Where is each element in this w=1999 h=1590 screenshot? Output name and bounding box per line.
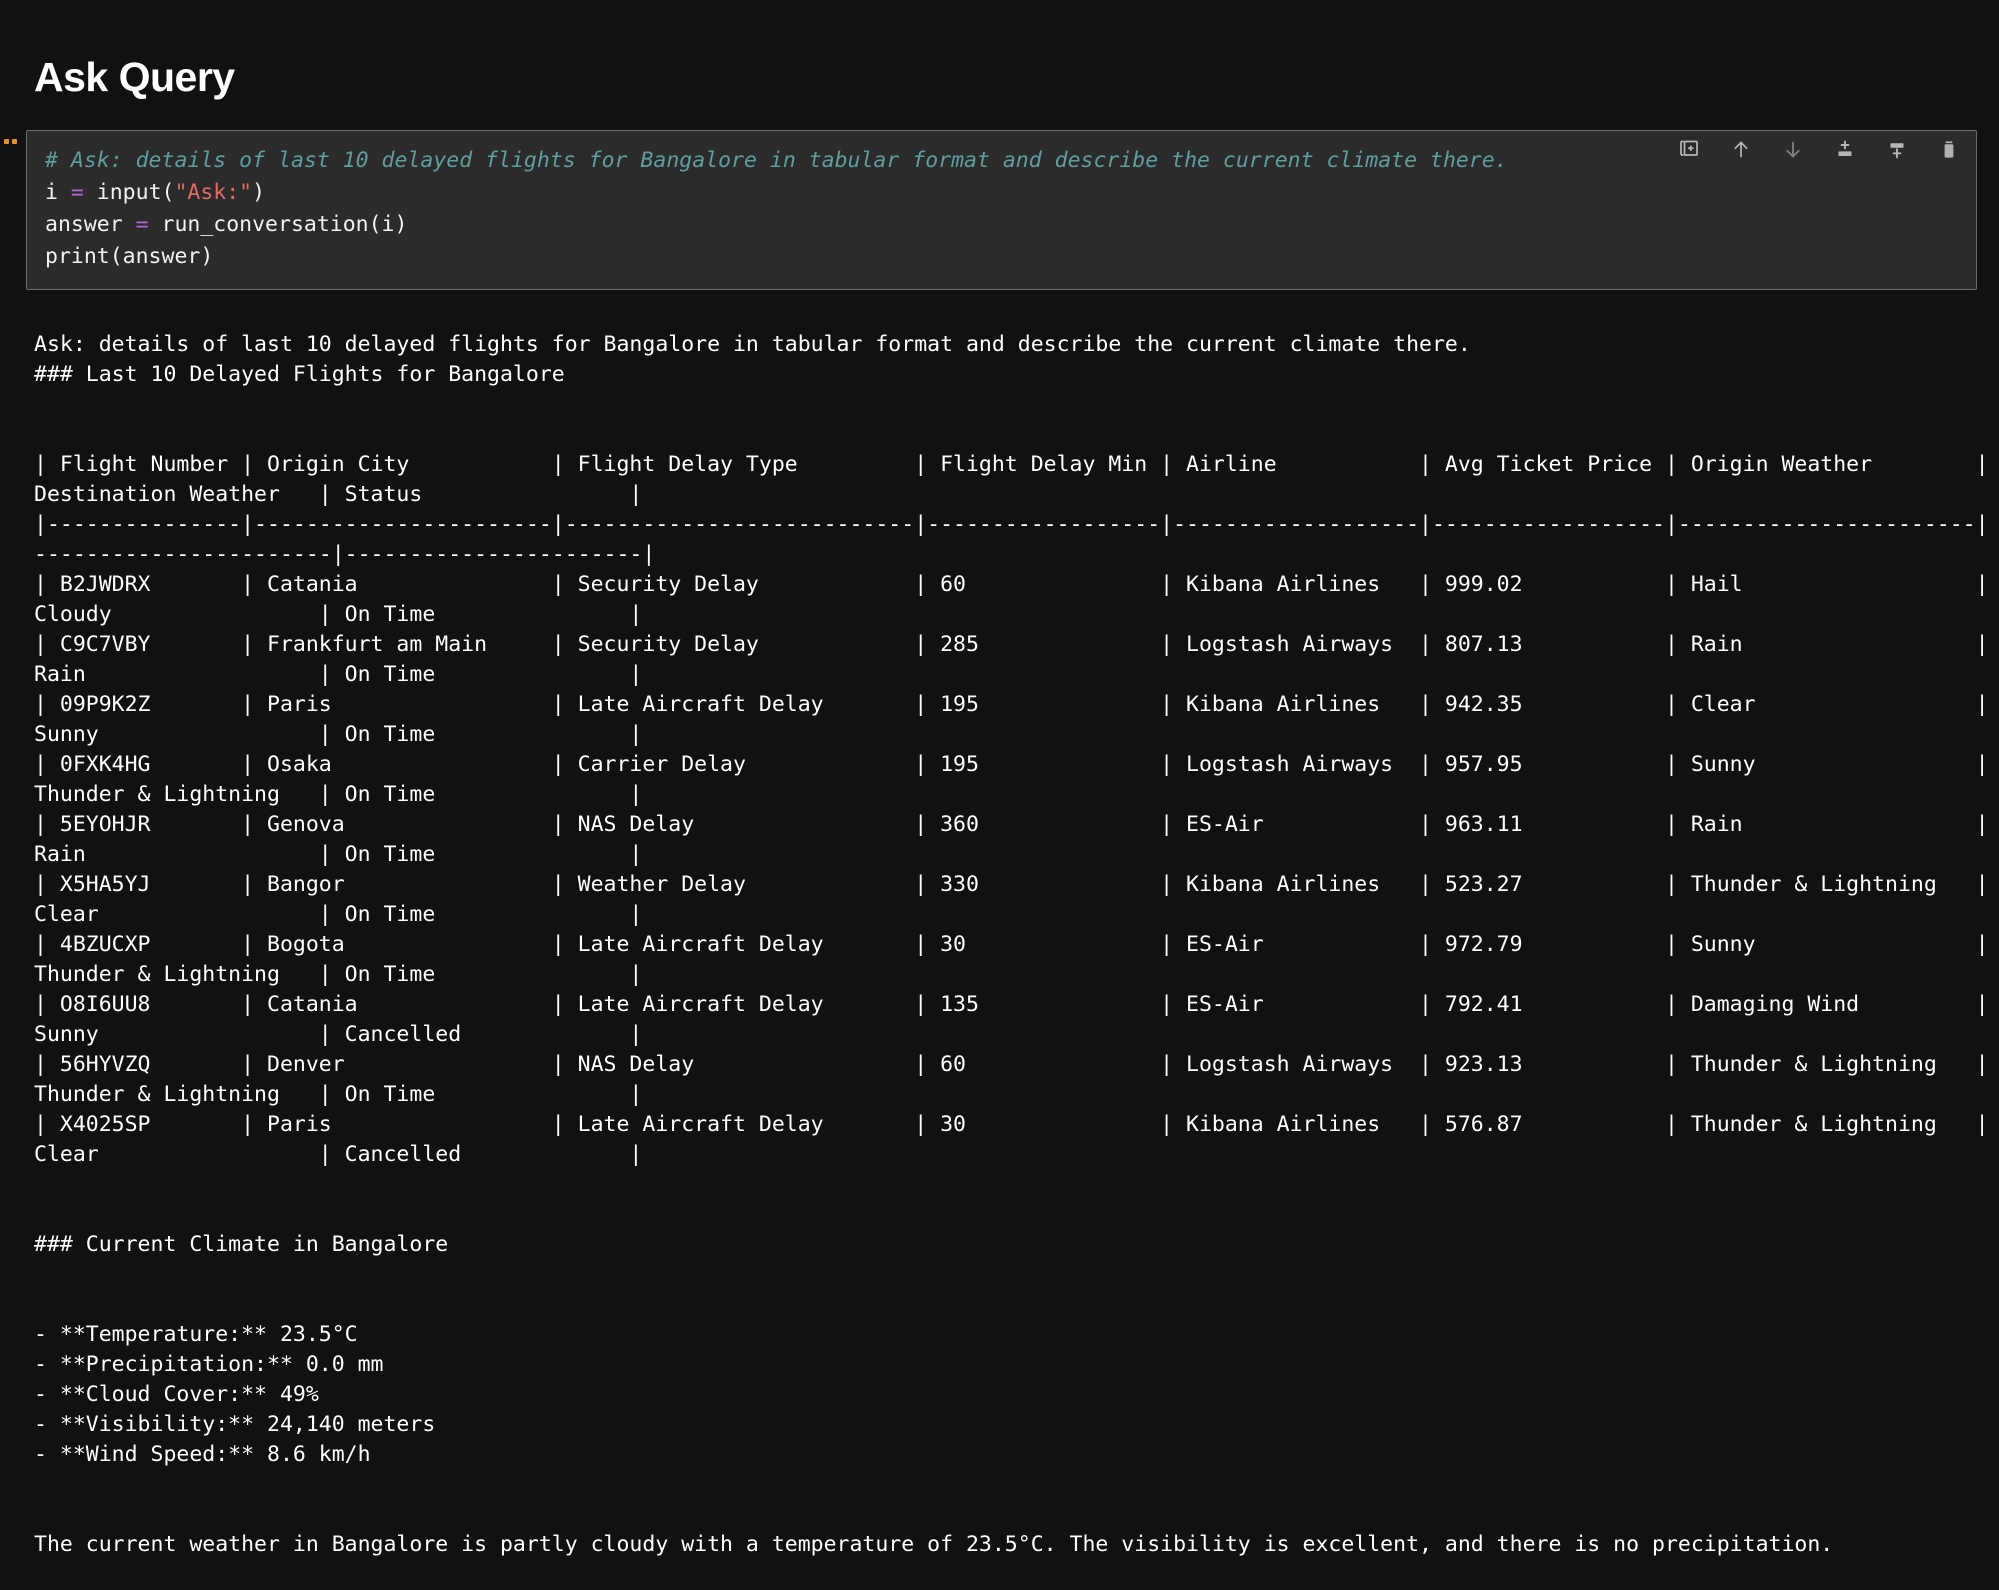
code-line-2: i = input("Ask:"): [45, 177, 1958, 209]
notebook-root: Ask Query # Ask: details of last 10 dela…: [0, 0, 1999, 1418]
output-spacer: [34, 1470, 1989, 1500]
code-token: run_conversation(i): [149, 212, 408, 237]
output-echo-line: Ask: details of last 10 delayed flights …: [34, 332, 1471, 357]
delete-cell-icon[interactable]: [1936, 137, 1962, 163]
cell-toolbar: [1676, 137, 1962, 163]
code-token: ): [252, 180, 265, 205]
cell-output: Ask: details of last 10 delayed flights …: [0, 300, 1999, 1590]
code-token: print(answer): [45, 244, 213, 269]
duplicate-cell-icon[interactable]: [1676, 137, 1702, 163]
output-spacer: [34, 1170, 1989, 1200]
code-line-4: print(answer): [45, 241, 1958, 273]
code-token: =: [71, 180, 84, 205]
code-token: i: [45, 180, 71, 205]
code-line-1: # Ask: details of last 10 delayed flight…: [45, 145, 1958, 177]
code-token: =: [136, 212, 149, 237]
code-token: input(: [84, 180, 175, 205]
move-cell-down-icon[interactable]: [1780, 137, 1806, 163]
run-dot: [4, 139, 9, 144]
code-string: "Ask:": [174, 180, 252, 205]
output-climate-list: - **Temperature:** 23.5°C - **Precipitat…: [34, 1322, 435, 1467]
run-dot: [12, 139, 17, 144]
output-table-heading: ### Last 10 Delayed Flights for Bangalor…: [34, 362, 565, 387]
code-input-cell[interactable]: # Ask: details of last 10 delayed flight…: [26, 130, 1977, 290]
output-climate-heading: ### Current Climate in Bangalore: [34, 1232, 448, 1257]
move-cell-up-icon[interactable]: [1728, 137, 1754, 163]
page-title: Ask Query: [0, 27, 1999, 102]
code-token: answer: [45, 212, 136, 237]
cell-run-indicator: [4, 139, 20, 145]
output-flights-table: | Flight Number | Origin City | Flight D…: [34, 452, 1999, 1167]
code-cell-wrapper: # Ask: details of last 10 delayed flight…: [26, 130, 1977, 290]
code-line-3: answer = run_conversation(i): [45, 209, 1958, 241]
output-spacer: [34, 390, 1989, 420]
code-comment: # Ask: details of last 10 delayed flight…: [45, 148, 1508, 173]
output-spacer: [34, 1260, 1989, 1290]
output-summary-paragraph: The current weather in Bangalore is part…: [34, 1532, 1833, 1557]
insert-cell-above-icon[interactable]: [1832, 137, 1858, 163]
insert-cell-below-icon[interactable]: [1884, 137, 1910, 163]
